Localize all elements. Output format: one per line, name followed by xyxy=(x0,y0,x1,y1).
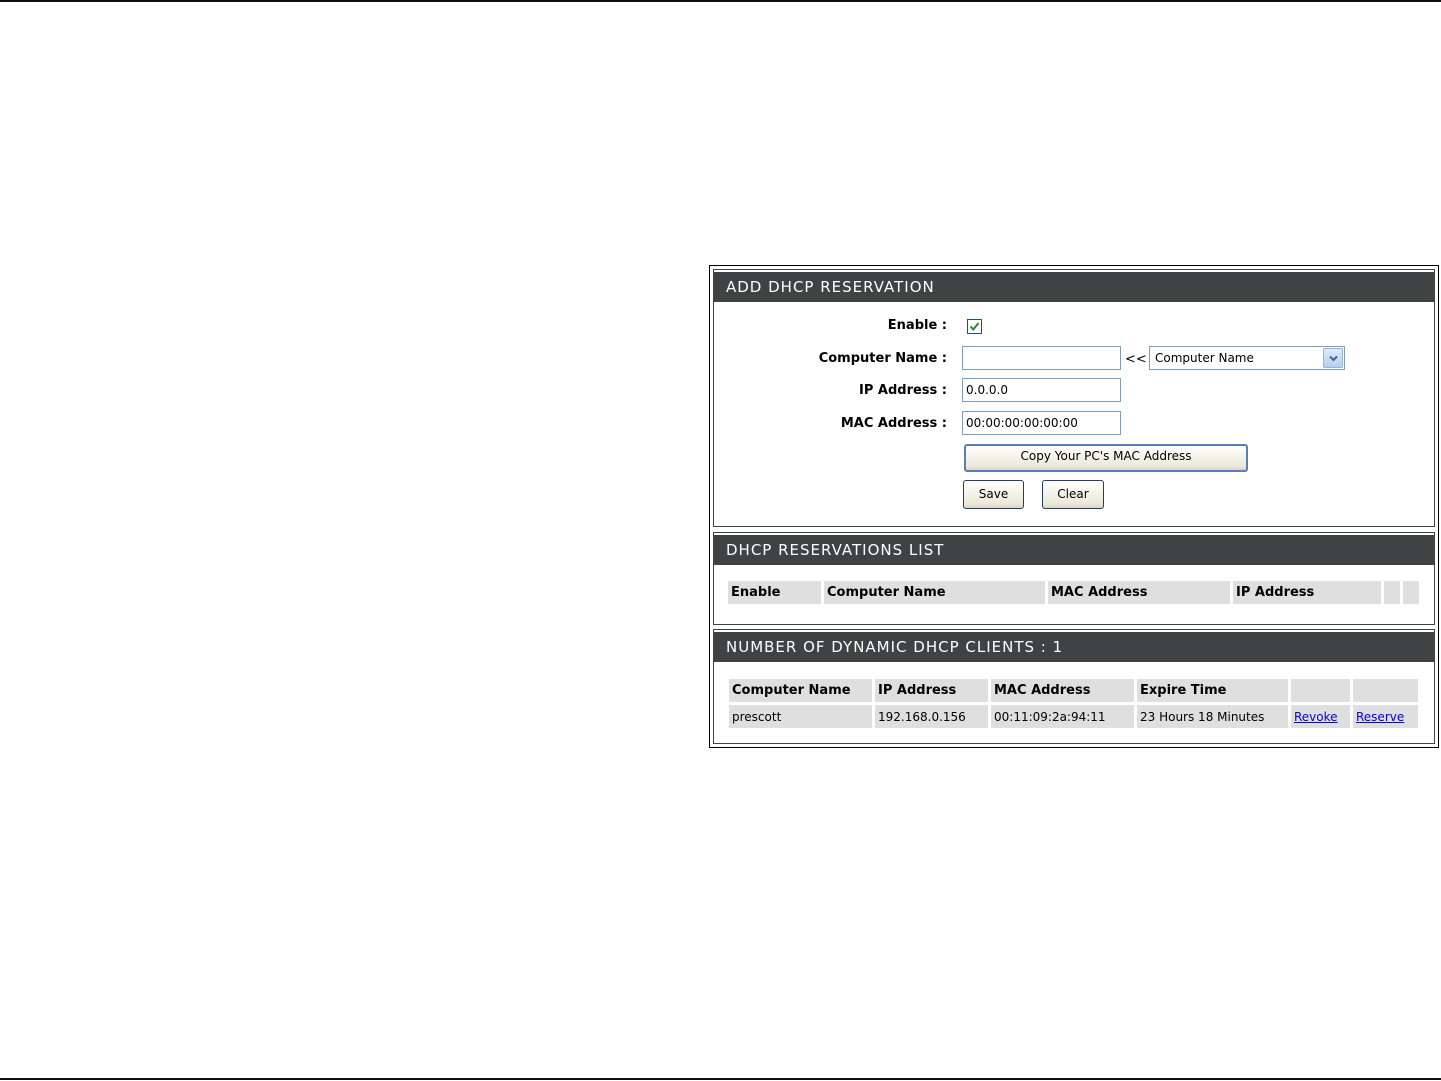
enable-label: Enable : xyxy=(887,318,947,333)
mac-address-label: MAC Address : xyxy=(840,416,947,431)
column-header-blank xyxy=(1291,679,1350,702)
table-header-row: Enable Computer Name MAC Address IP Addr… xyxy=(728,581,1419,604)
save-button[interactable]: Save xyxy=(963,480,1024,509)
column-header-ip-address: IP Address xyxy=(875,679,988,702)
client-computer-name: prescott xyxy=(729,705,872,728)
revoke-link[interactable]: Revoke xyxy=(1294,710,1338,724)
enable-checkbox[interactable] xyxy=(967,319,982,334)
bottom-rule xyxy=(0,1078,1441,1080)
mac-address-input[interactable]: 00:00:00:00:00:00 xyxy=(962,411,1121,435)
computer-name-input[interactable] xyxy=(962,346,1121,370)
column-header-enable: Enable xyxy=(728,581,821,604)
client-expire-time: 23 Hours 18 Minutes xyxy=(1137,705,1288,728)
column-header-computer-name: Computer Name xyxy=(824,581,1045,604)
reservations-table: Enable Computer Name MAC Address IP Addr… xyxy=(725,578,1422,607)
column-header-blank xyxy=(1353,679,1418,702)
computer-name-select-value: Computer Name xyxy=(1155,351,1254,365)
revoke-cell: Revoke xyxy=(1291,705,1350,728)
checkmark-icon xyxy=(969,322,980,332)
column-header-computer-name: Computer Name xyxy=(729,679,872,702)
table-header-row: Computer Name IP Address MAC Address Exp… xyxy=(729,679,1418,702)
dynamic-clients-table: Computer Name IP Address MAC Address Exp… xyxy=(726,676,1421,731)
add-reservation-header: ADD DHCP RESERVATION xyxy=(713,272,1435,302)
ip-address-label: IP Address : xyxy=(859,383,947,398)
chevron-down-icon[interactable] xyxy=(1323,348,1343,368)
ip-address-input[interactable]: 0.0.0.0 xyxy=(962,378,1121,402)
dhcp-panel: ADD DHCP RESERVATION Enable : Computer N… xyxy=(709,265,1439,748)
column-header-mac-address: MAC Address xyxy=(991,679,1134,702)
copy-name-arrow: << xyxy=(1125,352,1147,367)
client-ip-address: 192.168.0.156 xyxy=(875,705,988,728)
column-header-expire-time: Expire Time xyxy=(1137,679,1288,702)
column-header-blank xyxy=(1403,581,1419,604)
client-mac-address: 00:11:09:2a:94:11 xyxy=(991,705,1134,728)
clear-button[interactable]: Clear xyxy=(1042,480,1104,509)
table-row: prescott 192.168.0.156 00:11:09:2a:94:11… xyxy=(729,705,1418,728)
copy-mac-button[interactable]: Copy Your PC's MAC Address xyxy=(964,444,1248,472)
reserve-link[interactable]: Reserve xyxy=(1356,710,1404,724)
computer-name-select[interactable]: Computer Name xyxy=(1149,346,1345,370)
column-header-mac-address: MAC Address xyxy=(1048,581,1230,604)
column-header-ip-address: IP Address xyxy=(1233,581,1381,604)
reservations-list-header: DHCP RESERVATIONS LIST xyxy=(713,535,1435,565)
top-rule xyxy=(0,0,1441,2)
computer-name-label: Computer Name : xyxy=(818,351,947,366)
dynamic-clients-header: NUMBER OF DYNAMIC DHCP CLIENTS : 1 xyxy=(713,632,1435,662)
reserve-cell: Reserve xyxy=(1353,705,1418,728)
column-header-blank xyxy=(1384,581,1400,604)
